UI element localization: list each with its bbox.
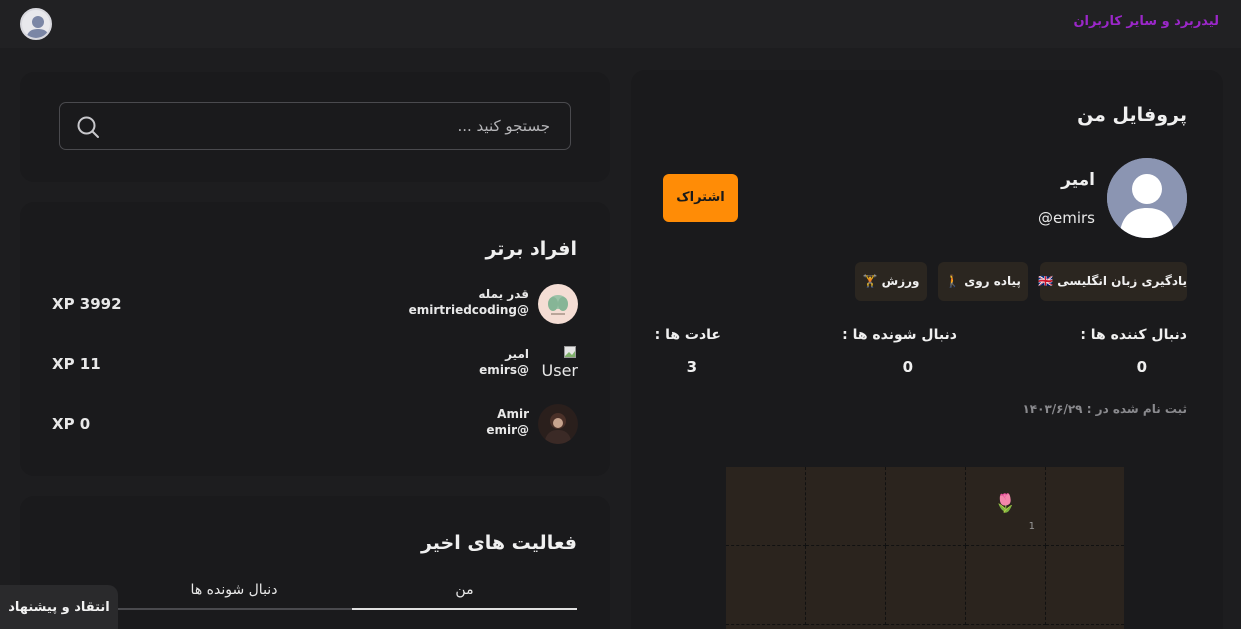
- xp-value: XP 3992: [52, 295, 122, 313]
- broken-image-alt: User: [541, 361, 578, 380]
- share-button[interactable]: اشتراک: [663, 174, 738, 222]
- xp-value: XP 0: [52, 415, 91, 433]
- top-users-card: افراد برتر XP 3992 قدر یمله emirtriedcod…: [20, 202, 610, 476]
- heatmap-cell[interactable]: [806, 467, 886, 546]
- plant-avatar[interactable]: [538, 284, 578, 324]
- leaderboard-row[interactable]: XP 0 Amir emir@: [20, 402, 610, 446]
- search-card: [20, 72, 610, 182]
- user-handle: emirtriedcoding@: [408, 303, 529, 317]
- tab-me[interactable]: من: [352, 582, 577, 610]
- heatmap-cell[interactable]: [886, 546, 966, 625]
- user-name: Amir: [497, 407, 529, 421]
- user-handle: emir@: [486, 423, 529, 437]
- following-count[interactable]: 0: [903, 358, 913, 376]
- top-users-title: افراد برتر: [485, 238, 577, 260]
- profile-name: امیر: [1061, 170, 1095, 190]
- profile-handle: @emirs: [1038, 209, 1095, 227]
- heatmap-cell[interactable]: [726, 546, 806, 625]
- user-name: امیر: [505, 347, 529, 361]
- profile-avatar: [1107, 158, 1187, 238]
- user-handle: emirs@: [479, 363, 529, 377]
- xp-value: XP 11: [52, 355, 101, 373]
- search-box[interactable]: [59, 102, 571, 150]
- tulip-icon: 🌷: [994, 493, 1017, 514]
- habit-tag-walking[interactable]: پیاده روی 🚶: [938, 262, 1028, 301]
- heatmap-count: 1: [1028, 521, 1035, 532]
- heatmap-cell[interactable]: [1046, 467, 1124, 546]
- user-avatar-icon[interactable]: [20, 8, 52, 40]
- habits-count[interactable]: 3: [687, 358, 697, 376]
- heatmap-cell[interactable]: 🌷 1: [966, 467, 1046, 546]
- leaderboard-row[interactable]: XP 11 User امیر emirs@: [20, 342, 610, 386]
- followers-count[interactable]: 0: [1137, 358, 1147, 376]
- photo-avatar[interactable]: [538, 404, 578, 444]
- heatmap-cell[interactable]: [806, 546, 886, 625]
- heatmap-cell[interactable]: [966, 546, 1046, 625]
- search-icon[interactable]: [76, 115, 100, 139]
- heatmap-cell[interactable]: [726, 467, 806, 546]
- leaderboard-link[interactable]: لیدربرد و سایر کاربران: [1073, 14, 1219, 29]
- habit-heatmap: 🌷 1: [726, 467, 1124, 629]
- profile-card: پروفایل من امیر @emirs اشتراک یادگیری زب…: [631, 70, 1223, 629]
- habits-label: عادت ها :: [654, 327, 721, 343]
- search-input[interactable]: [110, 103, 550, 149]
- leaderboard-row[interactable]: XP 3992 قدر یمله emirtriedcoding@: [20, 282, 610, 326]
- joined-date: ثبت نام شده در : ۱۴۰۳/۶/۲۹: [1022, 402, 1187, 416]
- heatmap-cell[interactable]: [1046, 546, 1124, 625]
- top-bar: لیدربرد و سایر کاربران: [0, 0, 1241, 48]
- tab-following[interactable]: دنبال شونده ها: [116, 582, 352, 610]
- habit-tag-exercise[interactable]: ورزش 🏋️: [855, 262, 927, 301]
- heatmap-cell[interactable]: [886, 467, 966, 546]
- following-label: دنبال شونده ها :: [842, 327, 957, 343]
- user-name: قدر یمله: [478, 287, 529, 301]
- followers-label: دنبال کننده ها :: [1080, 327, 1187, 343]
- habit-tag-english[interactable]: یادگیری زبان انگلیسی 🇬🇧: [1038, 262, 1187, 301]
- feedback-button[interactable]: انتقاد و پیشنهاد: [0, 585, 118, 629]
- recent-activity-title: فعالیت های اخیر: [420, 532, 577, 554]
- broken-image-icon[interactable]: User: [538, 344, 578, 384]
- profile-title: پروفایل من: [1077, 104, 1187, 126]
